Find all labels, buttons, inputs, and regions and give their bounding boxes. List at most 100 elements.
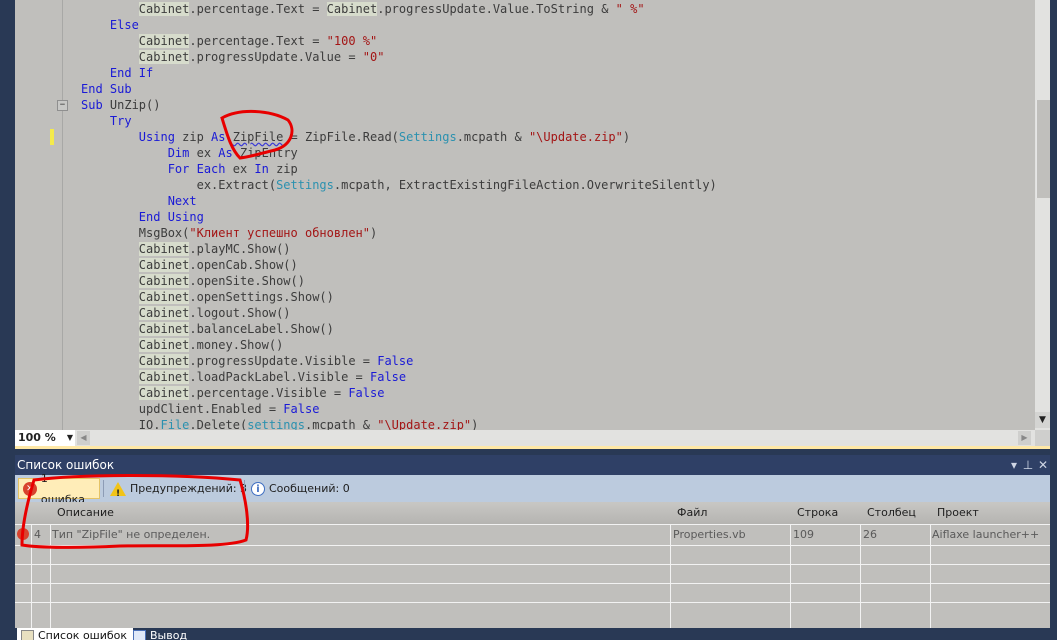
outline-line xyxy=(62,0,63,430)
string-token: "\Update.zip" xyxy=(377,418,472,430)
editor-bottom-border xyxy=(15,446,1050,449)
keyword-token: False xyxy=(348,386,385,400)
collapse-toggle-icon[interactable]: − xyxy=(57,100,68,111)
error-index: 4 xyxy=(34,528,41,541)
code-token: .openSite.Show() xyxy=(189,274,305,288)
code-line[interactable]: End Using xyxy=(81,209,717,225)
error-icon: ✕ xyxy=(23,481,37,496)
code-line[interactable]: Cabinet.progressUpdate.Visible = False xyxy=(81,353,717,369)
code-line[interactable]: End If xyxy=(81,65,717,81)
code-line[interactable]: ex.Extract(Settings.mcpath, ExtractExist… xyxy=(81,177,717,193)
string-token: "0" xyxy=(362,50,385,64)
code-token: .percentage.Text = xyxy=(189,34,327,48)
column-header-file[interactable]: Файл xyxy=(677,502,707,524)
code-line[interactable]: Cabinet.logout.Show() xyxy=(81,305,717,321)
empty-row xyxy=(15,545,1050,565)
code-line[interactable]: Cabinet.progressUpdate.Value = "0" xyxy=(81,49,717,65)
code-line[interactable]: IO.File.Delete(settings.mcpath & "\Updat… xyxy=(81,417,717,430)
keyword-token: As xyxy=(211,130,226,144)
tab-output[interactable]: Вывод xyxy=(129,628,191,640)
column-divider xyxy=(790,524,791,628)
keyword-token: Dim xyxy=(167,146,190,160)
empty-row xyxy=(15,564,1050,584)
column-divider xyxy=(670,524,671,628)
column-header-line[interactable]: Строка xyxy=(797,502,838,524)
horizontal-scrollbar[interactable]: 100 % ▼ ◀ ▶ xyxy=(15,430,1050,446)
pin-icon[interactable]: ⊥ xyxy=(1020,455,1036,475)
scroll-down-arrow-icon[interactable]: ▼ xyxy=(1035,412,1050,428)
code-token: MsgBox( xyxy=(81,226,190,240)
code-line[interactable]: Else xyxy=(81,17,717,33)
keyword-token: False xyxy=(283,402,320,416)
warning-icon: ! xyxy=(110,481,126,499)
code-editor[interactable]: − Cabinet.percentage.Text = Cabinet.prog… xyxy=(15,0,1035,430)
code-token: Cabinet xyxy=(138,386,190,400)
warnings-filter-label: Предупреждений: 3 xyxy=(130,482,248,495)
column-header-project[interactable]: Проект xyxy=(937,502,979,524)
code-line[interactable]: Cabinet.percentage.Text = Cabinet.progre… xyxy=(81,1,717,17)
code-line[interactable]: Cabinet.playMC.Show() xyxy=(81,241,717,257)
keyword-token: Sub xyxy=(81,98,103,112)
code-line[interactable]: Dim ex As ZipEntry xyxy=(81,145,717,161)
code-token: updClient.Enabled = xyxy=(81,402,284,416)
code-line[interactable]: Cabinet.percentage.Visible = False xyxy=(81,385,717,401)
code-token: .mcpath & xyxy=(456,130,529,144)
code-line[interactable]: MsgBox("Клиент успешно обновлен") xyxy=(81,225,717,241)
scroll-left-arrow-icon[interactable]: ◀ xyxy=(77,431,90,445)
code-token: ex.Extract( xyxy=(81,178,277,192)
code-line[interactable]: End Sub xyxy=(81,81,717,97)
code-line[interactable]: Sub UnZip() xyxy=(81,97,717,113)
close-icon[interactable]: ✕ xyxy=(1035,455,1051,475)
vertical-scrollbar[interactable]: ▼ xyxy=(1035,0,1050,430)
zoom-level-dropdown[interactable]: 100 % ▼ xyxy=(15,430,75,446)
code-line[interactable]: Cabinet.percentage.Text = "100 %" xyxy=(81,33,717,49)
code-token: .money.Show() xyxy=(189,338,284,352)
code-token: Cabinet xyxy=(326,2,378,16)
error-description: Тип "ZipFile" не определен. xyxy=(52,528,211,541)
code-line[interactable]: Cabinet.openSite.Show() xyxy=(81,273,717,289)
chevron-down-icon: ▼ xyxy=(66,433,73,442)
error-file: Properties.vb xyxy=(673,528,746,541)
type-token: settings xyxy=(247,418,305,430)
code-line[interactable]: Cabinet.loadPackLabel.Visible = False xyxy=(81,369,717,385)
code-line[interactable]: Cabinet.money.Show() xyxy=(81,337,717,353)
string-token: "Клиент успешно обновлен" xyxy=(189,226,370,240)
error-list-toolbar: ✕ 1 ошибка ! Предупреждений: 3 i Сообщен… xyxy=(15,472,1050,506)
code-token: .progressUpdate.Visible = xyxy=(189,354,378,368)
zoom-level-value: 100 % xyxy=(18,431,56,444)
code-line[interactable]: Cabinet.openSettings.Show() xyxy=(81,289,717,305)
error-project: Aiflaxe launcher++ xyxy=(932,528,1040,541)
code-line[interactable]: Using zip As ZipFile = ZipFile.Read(Sett… xyxy=(81,129,717,145)
scroll-right-arrow-icon[interactable]: ▶ xyxy=(1018,431,1031,445)
code-token: .Delete( xyxy=(189,418,248,430)
errors-filter-button[interactable]: ✕ 1 ошибка xyxy=(18,472,100,506)
code-line[interactable]: Try xyxy=(81,113,717,129)
column-header-column[interactable]: Столбец xyxy=(867,502,916,524)
code-text[interactable]: Cabinet.percentage.Text = Cabinet.progre… xyxy=(81,1,717,430)
type-token: Settings xyxy=(276,178,334,192)
warnings-filter-button[interactable]: ! Предупреждений: 3 xyxy=(106,478,251,499)
type-token: Settings xyxy=(398,130,457,144)
tab-error-list[interactable]: Список ошибок xyxy=(17,628,133,640)
code-line[interactable]: Cabinet.openCab.Show() xyxy=(81,257,717,273)
code-line[interactable]: For Each ex In zip xyxy=(81,161,717,177)
code-line[interactable]: updClient.Enabled = False xyxy=(81,401,717,417)
column-header-description[interactable]: Описание xyxy=(57,502,114,524)
error-row[interactable]: ! 4 Тип "ZipFile" не определен. Properti… xyxy=(15,524,1050,544)
keyword-token: End Using xyxy=(138,210,204,224)
code-line[interactable]: Next xyxy=(81,193,717,209)
scrollbar-thumb[interactable] xyxy=(1036,100,1050,198)
messages-filter-button[interactable]: i Сообщений: 0 xyxy=(247,478,354,499)
error-list-title-bar: Список ошибок ▾ ⊥ ✕ xyxy=(15,455,1050,475)
code-token: Cabinet xyxy=(138,370,190,384)
code-line[interactable]: Cabinet.balanceLabel.Show() xyxy=(81,321,717,337)
